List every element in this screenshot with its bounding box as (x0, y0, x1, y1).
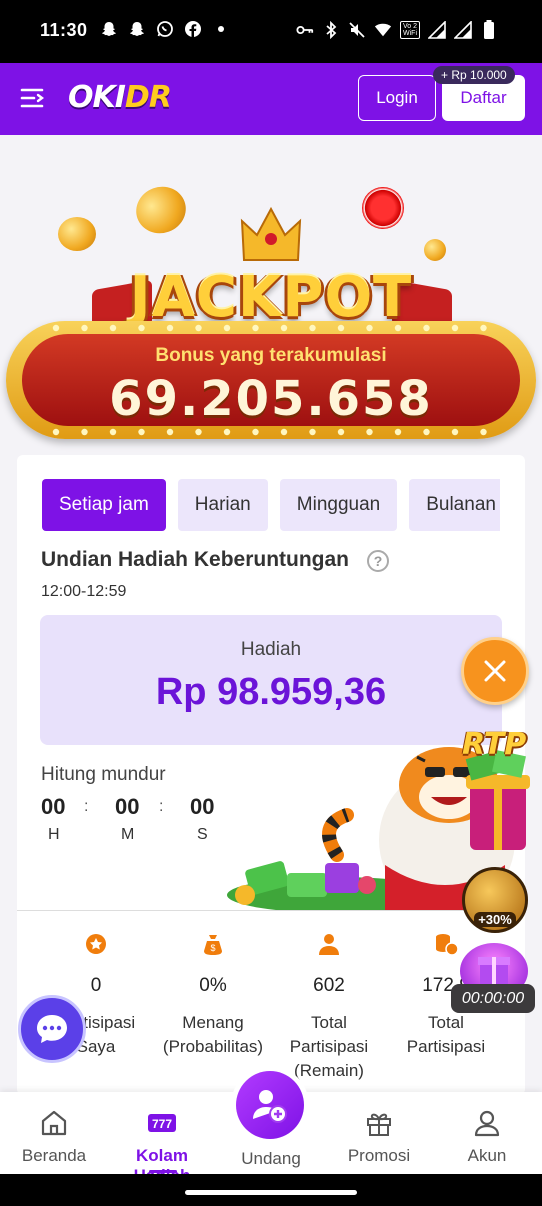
coin-decoration (129, 179, 193, 241)
tab-weekly[interactable]: Mingguan (279, 479, 398, 531)
svg-text:$: $ (210, 943, 215, 953)
countdown-hours-unit: H (48, 826, 60, 843)
home-gesture-handle[interactable] (185, 1190, 357, 1195)
nav-label: Akun (467, 1146, 507, 1165)
nav-label: Beranda (21, 1146, 87, 1165)
jackpot-amount: 69.205.658 (109, 371, 433, 427)
person-icon (316, 931, 342, 957)
close-floating-button[interactable] (461, 637, 529, 705)
tab-monthly[interactable]: Bulanan (409, 479, 500, 531)
close-icon (484, 660, 506, 682)
bonus-coin-badge[interactable]: +30% (462, 867, 528, 933)
coins-icon (433, 931, 459, 957)
help-icon[interactable]: ? (367, 550, 389, 572)
countdown-separator: : (159, 798, 164, 815)
nav-home[interactable]: Beranda (0, 1108, 108, 1166)
invite-button (236, 1071, 304, 1139)
active-tab-indicator (149, 1170, 177, 1173)
nav-invite-label: Undang (241, 1149, 301, 1168)
draw-title: Undian Hadiah Keberuntungan (41, 548, 350, 571)
prize-amount: Rp 98.959,36 (155, 671, 387, 713)
prize-box: Hadiah Rp 98.959,36 (40, 615, 502, 745)
register-bonus-badge: + Rp 10.000 (433, 66, 515, 84)
battery-icon (480, 20, 498, 39)
mute-icon (348, 21, 366, 39)
jackpot-subtitle: Bonus yang terakumulasi (155, 345, 387, 366)
jackpot-banner: JACKPOT Bonus yang terakumulasi 69.205.6… (0, 135, 542, 455)
brand-logo[interactable]: OKIDR (68, 80, 172, 115)
rtp-label: RTP (462, 727, 527, 762)
nav-invite[interactable] (231, 1066, 309, 1144)
customer-support-button[interactable] (18, 995, 86, 1063)
prize-pool-card: Setiap jam Harian Mingguan Bulanan Undia… (17, 455, 525, 1095)
countdown-seconds-unit: S (197, 826, 208, 843)
tab-daily[interactable]: Harian (177, 479, 268, 531)
money-bag-icon: $ (200, 931, 226, 957)
menu-icon[interactable] (20, 87, 46, 109)
stat-label: Total Partisipasi (406, 1013, 486, 1056)
prize-label: Hadiah (240, 639, 302, 660)
signal-icon (454, 21, 472, 39)
logo-text-left: OKI (68, 80, 126, 115)
stat-label: Menang (Probabilitas) (162, 1013, 264, 1056)
draw-time-range: 12:00-12:59 (41, 583, 127, 600)
section-divider (17, 910, 525, 911)
medal-icon (83, 931, 109, 957)
nav-promotions[interactable]: Promosi (325, 1108, 433, 1166)
notification-icons (100, 20, 230, 38)
invite-user-icon (253, 1090, 287, 1123)
stat-value: 0 (90, 975, 102, 996)
gift-icon (364, 1108, 394, 1138)
stat-value: 0% (199, 975, 227, 996)
chat-support-icon (37, 1015, 67, 1043)
bonus-percent: +30% (474, 912, 516, 927)
app-header: OKIDR Login Daftar + Rp 10.000 (0, 63, 542, 135)
wifi-icon (374, 21, 392, 39)
volte-icon: Vo 2 WiFi (400, 21, 420, 39)
crown-icon (240, 206, 302, 261)
bluetooth-icon (322, 21, 340, 39)
nav-label: Promosi (347, 1146, 411, 1165)
status-time: 11:30 (40, 20, 88, 40)
whatsapp-icon (156, 20, 174, 38)
stat-remaining-participants: 602 Total Partisipasi (Remain) (269, 931, 389, 1083)
stat-value: 602 (313, 975, 345, 996)
dot-icon (212, 20, 230, 38)
countdown-minutes: 00 (115, 794, 140, 819)
stat-win-probability: $ 0% Menang (Probabilitas) (153, 931, 273, 1059)
tab-hourly[interactable]: Setiap jam (42, 479, 166, 531)
home-icon (39, 1108, 69, 1138)
countdown-seconds: 00 (190, 794, 215, 819)
period-tabs: Setiap jam Harian Mingguan Bulanan (42, 479, 500, 531)
coin-decoration (58, 217, 96, 251)
facebook-icon (184, 20, 202, 38)
countdown-minutes-unit: M (121, 826, 135, 843)
coin-decoration (424, 239, 446, 261)
snapchat-icon (100, 20, 118, 38)
slot-777-icon: 777 (147, 1108, 177, 1138)
rtp-badge[interactable]: RTP (460, 725, 532, 860)
gesture-bar (0, 1174, 542, 1206)
signal-icon (428, 21, 446, 39)
countdown-timer-pill: 00:00:00 (451, 984, 535, 1013)
account-icon (472, 1108, 502, 1138)
system-icons: Vo 2 WiFi (296, 20, 498, 39)
svg-text:777: 777 (152, 1117, 172, 1131)
countdown-hours: 00 (41, 794, 66, 819)
snapchat-icon (128, 20, 146, 38)
countdown-separator: : (84, 798, 89, 815)
status-bar: 11:30 Vo 2 WiFi (0, 0, 542, 63)
logo-text-right: DR (124, 80, 172, 115)
nav-account[interactable]: Akun (433, 1108, 541, 1166)
chip-decoration (362, 187, 404, 229)
key-icon (296, 21, 314, 39)
login-button[interactable]: Login (358, 75, 436, 121)
countdown-label: Hitung mundur (41, 764, 166, 785)
